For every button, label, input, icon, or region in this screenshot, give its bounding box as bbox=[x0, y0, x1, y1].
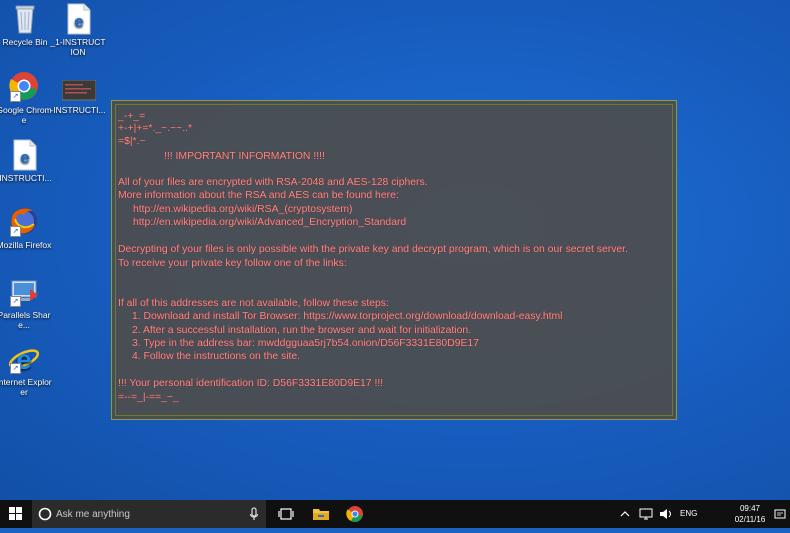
internet-explorer-icon: e ↗ bbox=[8, 342, 40, 375]
parallels-share-icon: ↗ bbox=[8, 275, 40, 307]
shortcut-arrow-icon: ↗ bbox=[10, 296, 21, 307]
note-link-rsa: http://en.wikipedia.org/wiki/RSA_(crypto… bbox=[133, 204, 353, 215]
desktop-icon-label: -INSTRUCTI... bbox=[50, 105, 106, 115]
firefox-icon: ↗ bbox=[8, 205, 40, 237]
ransom-note-window: _-+_= +-+|+=*._~.~~..* =$|*.~ !!! IMPORT… bbox=[111, 100, 677, 420]
action-center-icon[interactable] bbox=[774, 508, 786, 520]
note-personal-id: !!! Your personal identification ID: D56… bbox=[118, 378, 384, 389]
note-step-2: 2. After a successful installation, run … bbox=[132, 325, 472, 336]
desktop-icon-instruction-image[interactable]: -INSTRUCTI... bbox=[50, 79, 106, 115]
desktop-icon-label: Recycle Bin bbox=[2, 37, 48, 47]
folder-icon bbox=[313, 509, 329, 520]
system-tray: ENG 09:47 02/11/16 bbox=[610, 500, 790, 528]
note-step-1: 1. Download and install Tor Browser: htt… bbox=[132, 311, 563, 322]
desktop-icon-label: Google Chrome bbox=[0, 105, 52, 125]
desktop-icon-label: Internet Explorer bbox=[0, 377, 52, 397]
desktop-icon-recycle-bin[interactable]: Recycle Bin bbox=[0, 2, 53, 47]
edge-document-icon: e bbox=[62, 2, 94, 35]
search-box[interactable]: Ask me anything bbox=[32, 500, 266, 528]
file-explorer-taskbar-button[interactable] bbox=[307, 500, 335, 528]
desktop-icon-instruction-2[interactable]: e -INSTRUCTI... bbox=[0, 138, 52, 183]
shortcut-arrow-icon: ↗ bbox=[10, 363, 21, 374]
svg-text:e: e bbox=[74, 12, 83, 31]
note-line-more-info: More information about the RSA and AES c… bbox=[118, 190, 399, 201]
note-line-decrypting: Decrypting of your files is only possibl… bbox=[118, 244, 628, 255]
desktop-icon-chrome[interactable]: ↗ Google Chrome bbox=[0, 70, 52, 125]
language-indicator[interactable]: ENG bbox=[680, 509, 697, 518]
note-line-ascii-footer: =--=_|-==_~_ bbox=[118, 392, 179, 403]
note-step-4: 4. Follow the instructions on the site. bbox=[132, 351, 301, 362]
desktop-icon-instruction-1[interactable]: e _1-INSTRUCTION bbox=[50, 2, 106, 57]
edge-document-icon: e bbox=[8, 138, 40, 171]
clock-date: 02/11/16 bbox=[734, 515, 766, 524]
start-button[interactable] bbox=[0, 500, 32, 528]
svg-text:e: e bbox=[20, 148, 29, 167]
task-view-button[interactable] bbox=[272, 500, 300, 528]
network-icon[interactable] bbox=[638, 507, 654, 521]
chrome-taskbar-button[interactable] bbox=[341, 500, 369, 528]
note-link-aes: http://en.wikipedia.org/wiki/Advanced_En… bbox=[133, 217, 407, 228]
note-line-ascii-1: _-+_= bbox=[118, 111, 146, 122]
desktop-icon-label: Mozilla Firefox bbox=[0, 240, 52, 250]
note-line-steps-intro: If all of this addresses are not availab… bbox=[118, 298, 389, 309]
search-placeholder: Ask me anything bbox=[56, 509, 130, 520]
clock-time: 09:47 bbox=[739, 504, 761, 513]
note-line-ascii-2: +-+|+=*._~.~~..* bbox=[118, 123, 193, 134]
task-view-icon bbox=[278, 508, 294, 520]
windows-logo-icon bbox=[9, 507, 22, 520]
chrome-icon: ↗ bbox=[8, 70, 40, 102]
desktop-icon-label: -INSTRUCTI... bbox=[0, 173, 52, 183]
desktop[interactable]: Recycle Bin e _1-INSTRUCTION ↗ Google Ch… bbox=[0, 0, 790, 500]
note-line-encrypted: All of your files are encrypted with RSA… bbox=[118, 177, 428, 188]
desktop-icon-label: Parallels Share... bbox=[0, 310, 51, 330]
microphone-icon[interactable] bbox=[249, 507, 259, 521]
note-step-3: 3. Type in the address bar: mwddgguaa5rj… bbox=[132, 338, 479, 349]
desktop-icon-parallels[interactable]: ↗ Parallels Share... bbox=[0, 275, 52, 330]
cortana-circle-icon bbox=[38, 507, 52, 521]
desktop-icon-label: _1-INSTRUCTION bbox=[50, 37, 106, 57]
image-thumbnail-icon bbox=[61, 79, 97, 102]
shortcut-arrow-icon: ↗ bbox=[10, 226, 21, 237]
desktop-icon-internet-explorer[interactable]: e ↗ Internet Explorer bbox=[0, 342, 52, 397]
note-heading: !!! IMPORTANT INFORMATION !!!! bbox=[164, 151, 325, 162]
volume-icon[interactable] bbox=[658, 507, 674, 521]
recycle-bin-icon bbox=[9, 2, 41, 34]
note-line-ascii-3: =$|*.~ bbox=[118, 136, 146, 147]
note-line-receive-key: To receive your private key follow one o… bbox=[118, 258, 347, 269]
taskbar: Ask me anything ENG 09:47 02/11/16 bbox=[0, 500, 790, 528]
desktop-icon-firefox[interactable]: ↗ Mozilla Firefox bbox=[0, 205, 52, 250]
chrome-icon bbox=[346, 506, 363, 522]
shortcut-arrow-icon: ↗ bbox=[10, 91, 21, 102]
chevron-up-icon[interactable] bbox=[619, 508, 631, 520]
clock[interactable]: 09:47 02/11/16 bbox=[730, 503, 770, 525]
